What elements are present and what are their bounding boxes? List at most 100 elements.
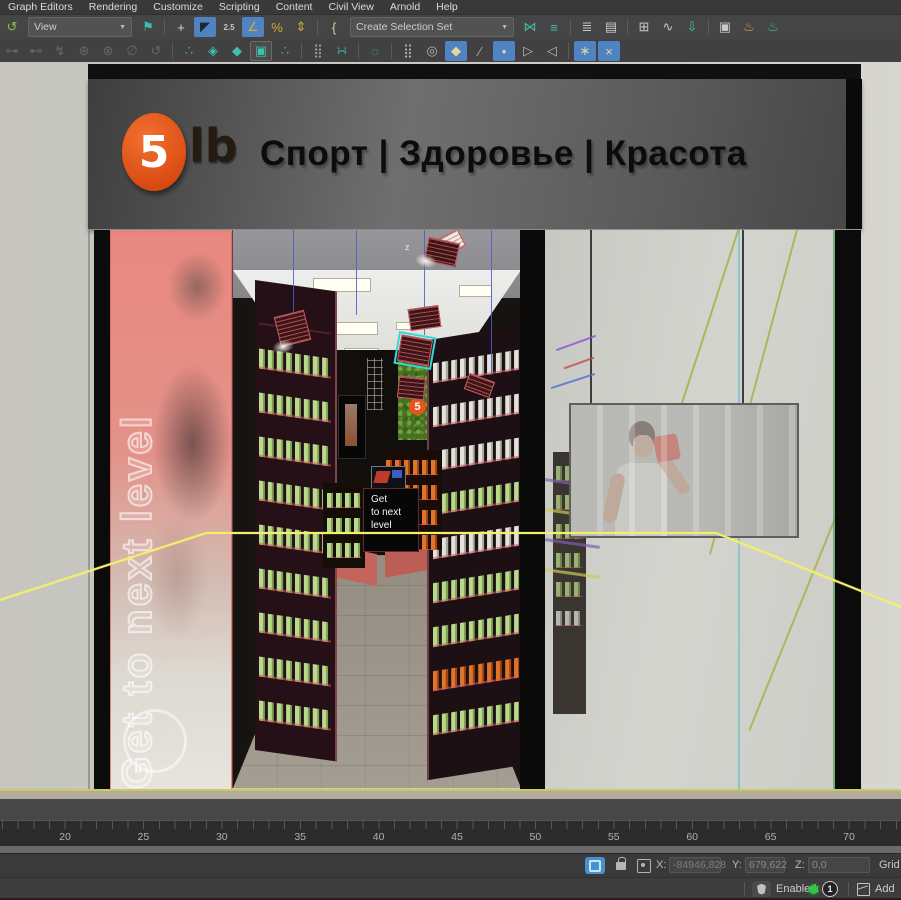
restrict-x-icon[interactable]: ⊕ [73, 41, 95, 61]
x-coordinate-field[interactable]: -84946,828 [669, 857, 721, 873]
menu-arnold[interactable]: Arnold [382, 0, 428, 14]
center-gondola-side[interactable] [323, 483, 365, 568]
view-dropdown[interactable]: View ▼ [28, 17, 132, 37]
left-pillar[interactable] [94, 230, 110, 790]
time-slider-track[interactable] [0, 846, 901, 853]
render-iterative-icon[interactable]: ♨ [762, 17, 784, 37]
toolbar-separator [164, 19, 165, 35]
loop-tool-icon[interactable]: ↺ [145, 41, 167, 61]
store-poster[interactable]: Get to next level [110, 230, 232, 790]
selected-hanging-lamp[interactable] [397, 334, 433, 366]
isolate-selection-icon [589, 860, 601, 872]
grid-label: Grid [879, 859, 900, 871]
scene-security-button[interactable] [752, 881, 771, 897]
snap-cluster-icon[interactable]: ∴ [274, 41, 296, 61]
snap-scatter-icon[interactable]: ∴ [178, 41, 200, 61]
bind-spacewarp-icon[interactable]: ↯ [49, 41, 71, 61]
center-right-column[interactable] [520, 230, 545, 790]
chevron-down-icon: ▼ [113, 24, 126, 31]
rendered-frame-icon[interactable]: ▣ [714, 17, 736, 37]
menu-help[interactable]: Help [428, 0, 466, 14]
undo-icon[interactable]: ↺ [1, 17, 23, 37]
right-shelf-unit[interactable] [427, 325, 522, 780]
snap-endpoint-icon[interactable]: ◆ [226, 41, 248, 61]
grid-array-icon[interactable]: ⣿ [307, 41, 329, 61]
snap-override-icon[interactable]: × [598, 41, 620, 61]
main-toolbar: ↺ View ▼ ⚑ +◤2.5∠%⇕ { Create Selection Set… [0, 15, 901, 40]
edit-named-selections-icon[interactable]: { [323, 17, 345, 37]
menu-scripting[interactable]: Scripting [211, 0, 268, 14]
grid-views-icon[interactable]: ⊞ [633, 17, 655, 37]
timeline-ruler[interactable]: 2025303540455055606570 [0, 820, 901, 847]
ceiling-light-panel[interactable] [459, 285, 492, 297]
add-button[interactable]: Add [875, 883, 895, 895]
snap-pivot-icon[interactable]: ◎ [421, 41, 443, 61]
isolate-selection-toggle[interactable] [585, 857, 605, 874]
percent-snap-icon[interactable]: % [266, 17, 288, 37]
hanging-lamp[interactable] [408, 305, 442, 331]
keyframe-flags-icon[interactable]: ⚑ [137, 17, 159, 37]
snap-settings-icon[interactable]: ∗ [574, 41, 596, 61]
snap-midpoint-icon[interactable]: • [493, 41, 515, 61]
align-icon[interactable]: ≡ [543, 17, 565, 37]
z-label: Z: [795, 859, 805, 871]
shield-icon [757, 884, 766, 895]
spinner-snap-icon[interactable]: ⇕ [290, 17, 312, 37]
wall-logo-badge[interactable]: 5 [409, 398, 426, 415]
restrict-y-icon[interactable]: ⊗ [97, 41, 119, 61]
yellow-spline[interactable] [206, 532, 716, 534]
render-production-icon[interactable]: ♨ [738, 17, 760, 37]
y-coordinate-field[interactable]: 679,622 [745, 857, 785, 873]
notification-count-badge[interactable]: 1 [822, 881, 838, 897]
hanging-lamp[interactable] [397, 376, 426, 401]
snap-perpendicular-icon[interactable]: ◁ [541, 41, 563, 61]
menu-graph-editors[interactable]: Graph Editors [0, 0, 81, 14]
selection-set-dropdown[interactable]: Create Selection Set ▼ [350, 17, 514, 37]
scene-explorer-icon[interactable]: ▤ [600, 17, 622, 37]
promo-sign[interactable]: Get to next level [363, 488, 419, 552]
select-and-link-icon[interactable]: ⊶ [1, 41, 23, 61]
footer-bar: Enabled: 1 Add [0, 877, 901, 900]
mirror-icon[interactable]: ⋈ [519, 17, 541, 37]
select-and-move-icon[interactable]: + [170, 17, 192, 37]
absolute-mode-icon[interactable] [637, 859, 651, 873]
render-setup-icon[interactable]: ⇩ [681, 17, 703, 37]
follow-path-icon[interactable]: ◌ [364, 41, 386, 61]
selection-lock-icon[interactable] [616, 862, 626, 870]
storefront-roof-edge[interactable] [88, 64, 861, 79]
snap-2-5d-icon[interactable]: 2.5 [218, 17, 240, 37]
snap-vertex-icon[interactable]: ◆ [445, 41, 467, 61]
snap-edge-icon[interactable]: ∕ [469, 41, 491, 61]
angle-snap-icon[interactable]: ∠ [242, 17, 264, 37]
curve-editor-icon[interactable]: ∿ [657, 17, 679, 37]
product-row [327, 518, 361, 533]
glass-wall[interactable] [545, 230, 835, 790]
menu-customize[interactable]: Customize [145, 0, 211, 14]
store-interior[interactable]: 5 Get to next level [232, 230, 522, 788]
menu-content[interactable]: Content [268, 0, 321, 14]
package-icon [857, 883, 870, 896]
storefront-sign[interactable]: 5 lb Спорт | Здоровье | Красота [88, 79, 862, 229]
restrict-plane-icon[interactable]: ∅ [121, 41, 143, 61]
snap-face-icon[interactable]: ▷ [517, 41, 539, 61]
unlink-selection-icon[interactable]: ⊷ [25, 41, 47, 61]
view-dropdown-label: View [34, 21, 57, 33]
timeline-tick-label: 25 [138, 831, 150, 843]
snap-center-icon[interactable]: ◈ [202, 41, 224, 61]
selection-region-icon[interactable]: ▣ [250, 41, 272, 61]
right-pillar[interactable] [835, 230, 861, 790]
product-row [259, 657, 331, 687]
menu-rendering[interactable]: Rendering [81, 0, 145, 14]
menu-civil-view[interactable]: Civil View [320, 0, 381, 14]
select-object-icon[interactable]: ◤ [194, 17, 216, 37]
x-label: X: [656, 859, 666, 871]
snap-grid-points-icon[interactable]: ⣿ [397, 41, 419, 61]
back-wall-screen[interactable] [338, 395, 366, 459]
z-coordinate-field[interactable]: 0,0 [808, 857, 870, 873]
ghosting-icon[interactable]: ∺ [331, 41, 353, 61]
product-row [433, 394, 519, 428]
hanging-lamp[interactable] [424, 237, 460, 267]
viewport[interactable]: 5 lb Спорт | Здоровье | Красота Get to n… [0, 62, 901, 820]
layer-explorer-icon[interactable]: ≣ [576, 17, 598, 37]
tv-screen[interactable] [569, 403, 799, 538]
